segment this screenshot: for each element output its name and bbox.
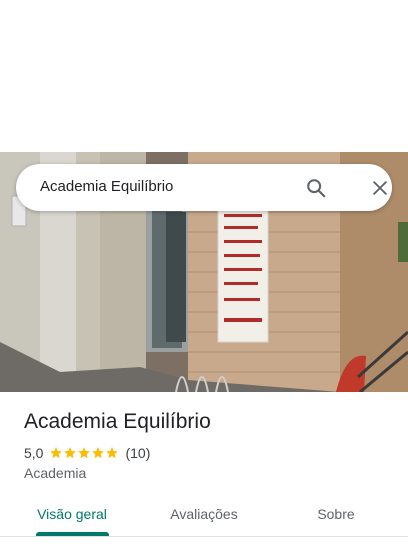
tab-overview[interactable]: Visão geral: [24, 492, 120, 536]
map-area-blank: [0, 0, 408, 152]
tab-label: Sobre: [317, 506, 355, 522]
star-icon: [63, 446, 77, 460]
review-count[interactable]: (10): [125, 445, 150, 461]
place-tabs: Visão geral Avaliações Sobre: [0, 492, 408, 544]
tab-label: Visão geral: [37, 506, 107, 522]
place-category[interactable]: Academia: [24, 465, 86, 481]
close-icon[interactable]: [366, 174, 394, 202]
tab-reviews[interactable]: Avaliações: [156, 492, 252, 536]
star-icon: [105, 446, 119, 460]
star-icon: [77, 446, 91, 460]
search-input[interactable]: Academia Equilíbrio: [40, 178, 173, 195]
star-rating: [49, 446, 119, 460]
rating-row[interactable]: 5,0 (10): [24, 445, 150, 461]
star-icon: [91, 446, 105, 460]
rating-value: 5,0: [24, 445, 44, 461]
tab-label: Avaliações: [170, 506, 238, 522]
star-icon: [49, 446, 63, 460]
tab-about[interactable]: Sobre: [288, 492, 384, 536]
place-title: Academia Equilíbrio: [24, 410, 211, 433]
tabs-divider: [0, 536, 408, 537]
search-icon[interactable]: [302, 174, 330, 202]
search-bar[interactable]: Academia Equilíbrio: [16, 164, 392, 211]
